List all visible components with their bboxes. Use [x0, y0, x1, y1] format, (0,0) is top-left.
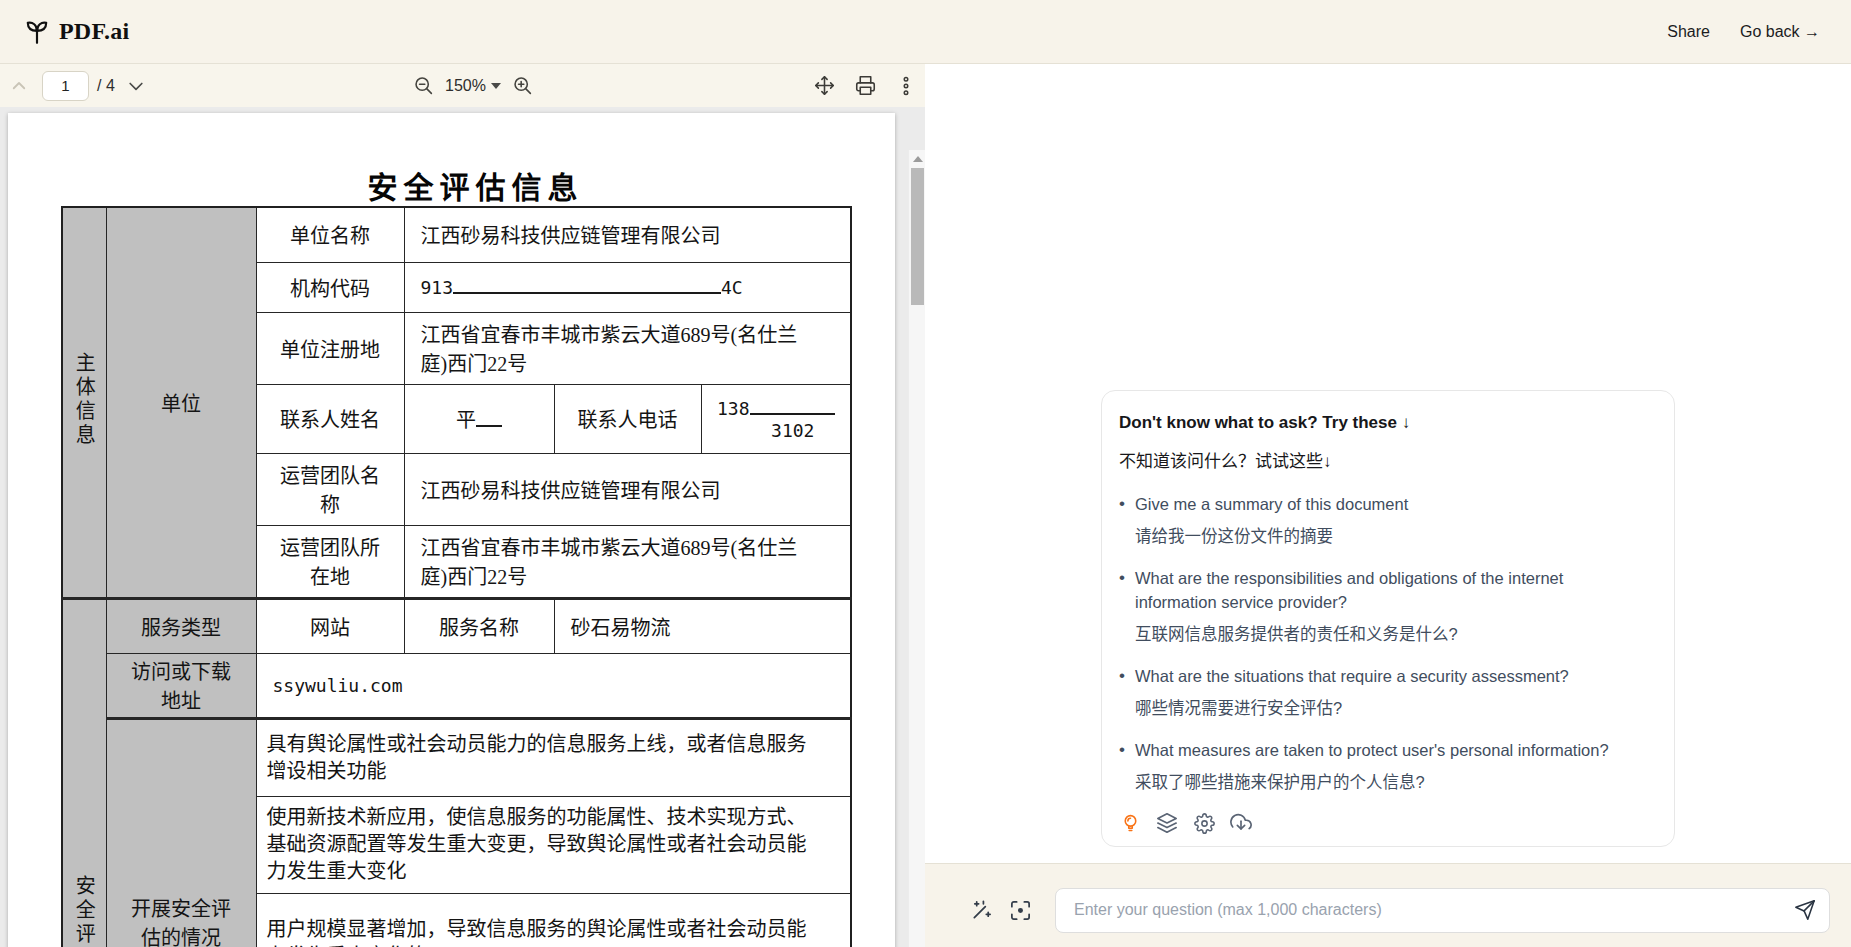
- logo-text: PDF.ai: [59, 18, 129, 45]
- service-name-value: 砂石易物流: [554, 598, 851, 653]
- unit-name-value: 江西砂易科技供应链管理有限公司: [404, 207, 851, 262]
- row-label: 运营团队所在地: [256, 525, 404, 598]
- scrollbar-up-arrow[interactable]: [913, 156, 923, 162]
- more-options-button[interactable]: [893, 73, 919, 99]
- row-label: 联系人姓名: [256, 384, 404, 453]
- registered-address-value: 江西省宜春市丰城市紫云大道689号(名仕兰庭)西门22号: [404, 312, 851, 384]
- bullet-icon: •: [1119, 566, 1135, 646]
- suggestions-list: • Give me a summary of this document请给我一…: [1119, 492, 1644, 812]
- document-table: 主体信息 单位 单位名称 江西砂易科技供应链管理有限公司 机构代码 9134C …: [61, 206, 852, 947]
- send-button[interactable]: [1794, 899, 1816, 921]
- assessment-situation-3: 用户规模显著增加，导致信息服务的舆论属性或者社会动员能力发生重大变化的: [256, 893, 851, 947]
- magic-wand-icon[interactable]: [969, 898, 993, 922]
- org-code-value: 9134C: [404, 262, 851, 312]
- access-address-value: ssywuliu.com: [256, 653, 851, 718]
- previous-page-button[interactable]: [6, 73, 32, 99]
- service-name-label: 服务名称: [404, 598, 554, 653]
- suggestion-item[interactable]: • Give me a summary of this document请给我一…: [1119, 492, 1644, 548]
- zoom-level-dropdown[interactable]: 150%: [445, 77, 501, 95]
- pdf-canvas: 安全评估信息 主体信息 单位 单位名称 江西砂易科技供应链管理有限公司 机构代码…: [0, 107, 925, 947]
- zoom-in-button[interactable]: [510, 73, 536, 99]
- chat-panel: Don't know what to ask? Try these ↓ 不知道该…: [925, 64, 1851, 947]
- page-number-input[interactable]: [42, 71, 89, 101]
- share-button[interactable]: Share: [1667, 23, 1710, 41]
- row-label: 运营团队名称: [256, 453, 404, 525]
- lightbulb-icon[interactable]: [1119, 812, 1141, 834]
- row-label: 单位名称: [256, 207, 404, 262]
- document-title: 安全评估信息: [61, 163, 850, 207]
- suggestions-card: Don't know what to ask? Try these ↓ 不知道该…: [1101, 390, 1675, 847]
- row-label: 联系人电话: [554, 384, 701, 453]
- download-cloud-icon[interactable]: [1230, 812, 1252, 834]
- question-input[interactable]: [1055, 888, 1830, 933]
- suggestion-item[interactable]: • What are the responsibilities and obli…: [1119, 566, 1644, 646]
- row-label: 机构代码: [256, 262, 404, 312]
- contact-name-value: 平: [404, 384, 554, 453]
- row-label: 单位注册地: [256, 312, 404, 384]
- suggestions-header-zh: 不知道该问什么？试试这些↓: [1119, 447, 1644, 472]
- top-bar: PDF.ai Share Go back →: [0, 0, 1851, 64]
- access-address-label: 访问或下载地址: [106, 653, 256, 718]
- caret-down-icon: [491, 83, 501, 89]
- ask-input-bar: [925, 863, 1851, 947]
- scrollbar-thumb[interactable]: [911, 168, 924, 305]
- group-header-unit: 单位: [106, 207, 256, 598]
- pdf-toolbar: / 4 150%: [0, 64, 925, 107]
- pdf-page: 安全评估信息 主体信息 单位 单位名称 江西砂易科技供应链管理有限公司 机构代码…: [8, 113, 895, 947]
- layers-icon[interactable]: [1156, 812, 1178, 834]
- sprout-icon: [24, 19, 50, 45]
- service-type-label: 服务类型: [106, 598, 256, 653]
- assessment-situation-1: 具有舆论属性或社会动员能力的信息服务上线，或者信息服务增设相关功能: [256, 718, 851, 796]
- bullet-icon: •: [1119, 664, 1135, 720]
- operating-team-address-value: 江西省宜春市丰城市紫云大道689号(名仕兰庭)西门22号: [404, 525, 851, 598]
- assessment-situation-label: 开展安全评估的情况: [106, 718, 256, 947]
- pan-tool-button[interactable]: [811, 73, 837, 99]
- print-button[interactable]: [852, 73, 878, 99]
- suggestion-item[interactable]: • What measures are taken to protect use…: [1119, 738, 1644, 794]
- pdfai-logo[interactable]: PDF.ai: [24, 18, 129, 45]
- section-header-security-assessment: 安全评估: [62, 598, 106, 947]
- bullet-icon: •: [1119, 492, 1135, 548]
- go-back-button[interactable]: Go back →: [1740, 23, 1820, 41]
- next-page-button[interactable]: [123, 73, 149, 99]
- zoom-level-value: 150%: [445, 77, 486, 95]
- settings-icon[interactable]: [1193, 812, 1215, 834]
- suggestion-item[interactable]: • What are the situations that require a…: [1119, 664, 1644, 720]
- operating-team-name-value: 江西砂易科技供应链管理有限公司: [404, 453, 851, 525]
- assessment-situation-2: 使用新技术新应用，使信息服务的功能属性、技术实现方式、基础资源配置等发生重大变更…: [256, 796, 851, 893]
- service-type-value: 网站: [256, 598, 404, 653]
- pdf-viewer: / 4 150%: [0, 64, 925, 947]
- bullet-icon: •: [1119, 738, 1135, 794]
- pdf-scrollbar[interactable]: [908, 150, 925, 947]
- section-header-subject-info: 主体信息: [62, 207, 106, 598]
- suggestions-header-en: Don't know what to ask? Try these ↓: [1119, 413, 1644, 433]
- focus-capture-icon[interactable]: [1008, 898, 1032, 922]
- page-total-label: / 4: [97, 77, 115, 95]
- contact-phone-value: 138 3102: [701, 384, 851, 453]
- zoom-out-button[interactable]: [410, 73, 436, 99]
